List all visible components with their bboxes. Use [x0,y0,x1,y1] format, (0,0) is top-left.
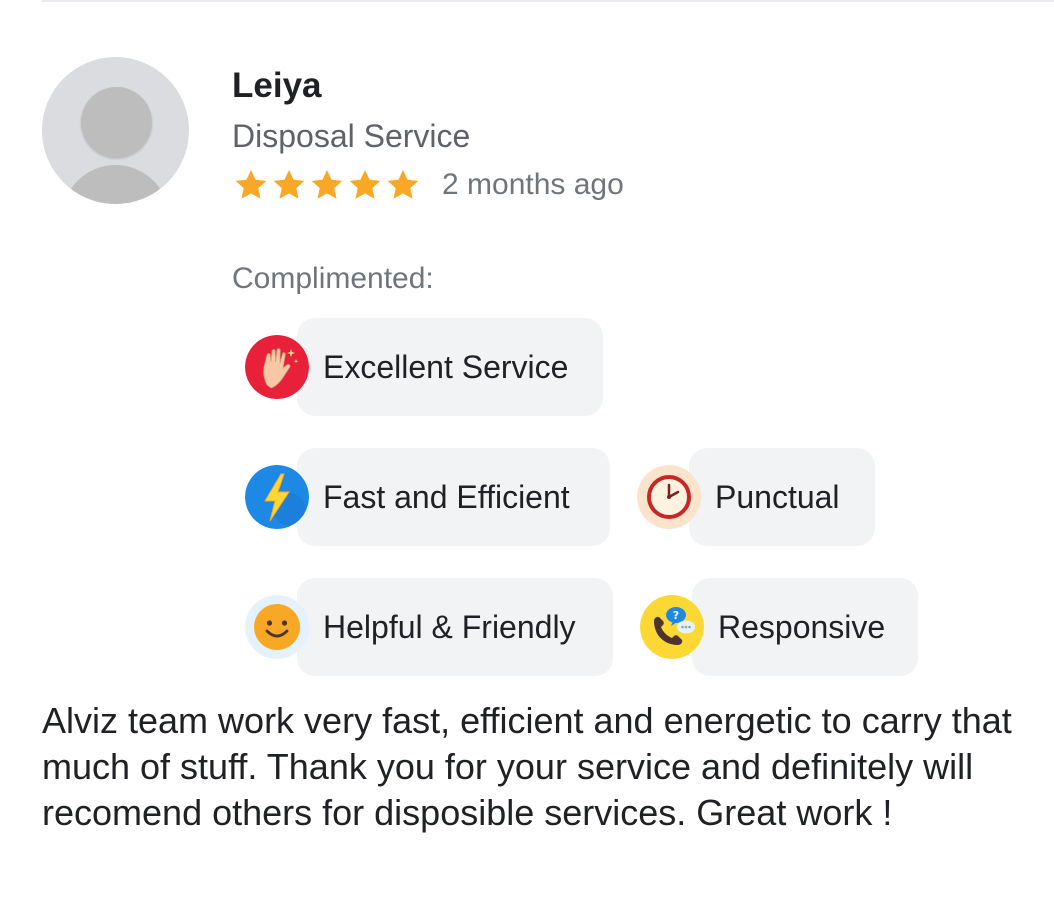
review-time: 2 months ago [442,168,624,201]
reviewer-category: Disposal Service [232,118,471,154]
chip-label: Fast and Efficient [323,479,570,515]
avatar[interactable] [42,57,189,204]
avatar-head [81,87,152,158]
waving-hand-icon [245,335,309,399]
avatar-shoulders [62,165,169,204]
phone-chat-icon: ? [640,595,704,659]
star-icon [273,169,305,199]
chip-label: Excellent Service [323,349,569,385]
chip-label: Helpful & Friendly [323,609,576,645]
star-icon [311,169,343,199]
star-icon [387,169,419,199]
compliment-chip-excellent-service: Excellent Service [245,318,603,416]
top-divider [42,0,1054,2]
compliment-chip-punctual: Punctual [637,448,875,546]
chip-label: Responsive [718,609,886,645]
star-icon [235,169,267,199]
star-rating [232,166,422,204]
compliments-heading: Complimented: [232,262,434,295]
rating-row: 2 months ago [232,165,624,205]
compliment-chip-helpful-and-friendly: Helpful & Friendly [245,578,613,676]
lightning-bolt-icon [245,465,309,529]
reviewer-name[interactable]: Leiya [232,66,322,106]
compliment-chip-fast-and-efficient: Fast and Efficient [245,448,610,546]
review-body: Alviz team work very fast, efficient and… [42,700,1012,833]
smiley-face-icon [245,595,309,659]
compliment-chip-responsive: ? Responsive [640,578,918,676]
clock-icon [637,465,701,529]
chip-label: Punctual [715,479,840,515]
star-icon [349,169,381,199]
svg-text:?: ? [673,609,679,622]
